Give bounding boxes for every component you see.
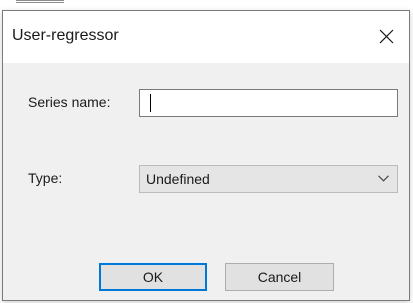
user-regressor-dialog: User-regressor Series name: Type: Undefi… — [2, 10, 410, 301]
chevron-down-icon — [378, 175, 389, 182]
close-button[interactable] — [363, 11, 409, 63]
type-label: Type: — [28, 170, 63, 186]
type-dropdown[interactable]: Undefined — [139, 165, 398, 193]
type-selected-value: Undefined — [146, 171, 210, 187]
dialog-titlebar[interactable]: User-regressor — [3, 11, 409, 63]
series-name-input[interactable] — [139, 89, 398, 117]
series-name-label: Series name: — [28, 94, 111, 110]
ok-button[interactable]: OK — [99, 263, 207, 291]
dialog-title: User-regressor — [12, 27, 119, 44]
screen: User-regressor Series name: Type: Undefi… — [0, 0, 413, 303]
close-icon — [379, 29, 394, 44]
background-window-fragment — [16, 0, 64, 3]
cancel-button[interactable]: Cancel — [225, 263, 334, 291]
text-cursor — [150, 94, 151, 112]
